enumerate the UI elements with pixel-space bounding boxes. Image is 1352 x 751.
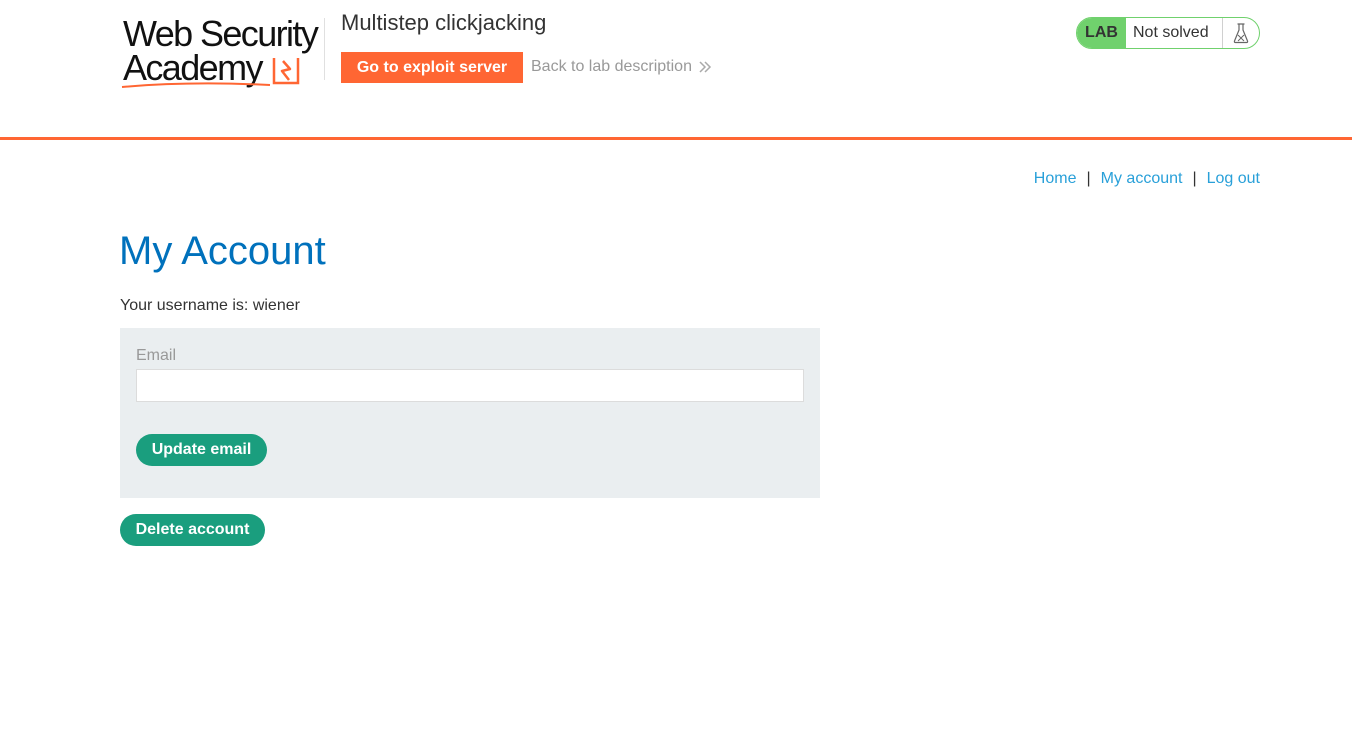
lab-title: Multistep clickjacking <box>341 10 547 35</box>
flask-icon <box>1222 18 1259 48</box>
double-chevron-right-icon <box>699 61 712 73</box>
back-link-label: Back to lab description <box>531 58 692 75</box>
nav-my-account-link[interactable]: My account <box>1101 170 1183 188</box>
page-header: Web Security Academy Multistep clickjack… <box>0 0 1352 140</box>
web-security-academy-logo[interactable]: Web Security Academy <box>120 14 325 90</box>
change-email-form: Email Update email <box>120 328 820 498</box>
nav-log-out-link[interactable]: Log out <box>1207 170 1260 188</box>
account-nav: Home | My account | Log out <box>1034 170 1260 188</box>
username-text: Your username is: wiener <box>120 297 300 314</box>
nav-separator: | <box>1192 170 1197 187</box>
back-to-lab-description-link[interactable]: Back to lab description <box>531 58 712 76</box>
email-label: Email <box>136 347 177 364</box>
go-to-exploit-server-button[interactable]: Go to exploit server <box>341 52 523 83</box>
nav-separator: | <box>1086 170 1091 187</box>
lab-status-widget: LAB Not solved <box>1076 17 1260 49</box>
logo-underline-swoosh <box>121 82 271 88</box>
header-divider <box>324 18 325 80</box>
update-email-button[interactable]: Update email <box>136 434 267 466</box>
page-title: My Account <box>119 229 326 273</box>
lab-status-text: Not solved <box>1133 24 1209 41</box>
nav-home-link[interactable]: Home <box>1034 170 1077 188</box>
delete-account-button[interactable]: Delete account <box>120 514 265 546</box>
lab-badge: LAB <box>1077 18 1126 48</box>
email-input[interactable] <box>136 369 804 402</box>
